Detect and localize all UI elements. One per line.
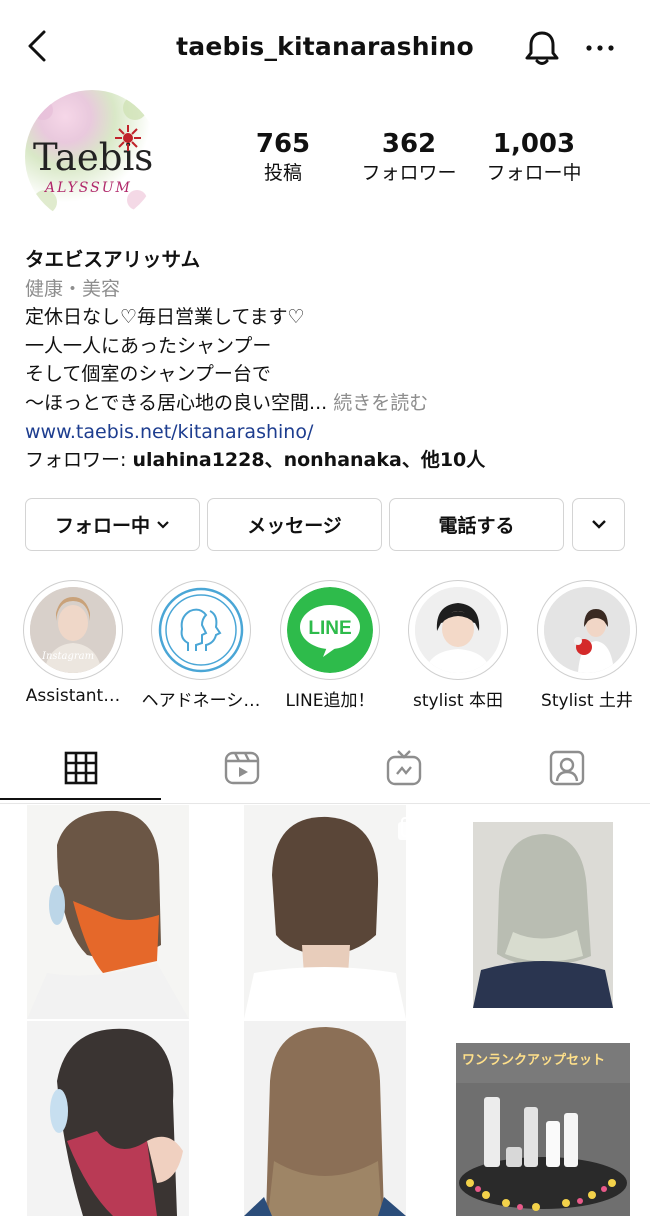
- suggested-accounts-button[interactable]: [572, 498, 625, 551]
- highlight-ring[interactable]: [408, 580, 508, 680]
- post-thumbnail[interactable]: [27, 805, 189, 1019]
- highlight-stylist-doi[interactable]: Stylist 土井: [532, 580, 642, 711]
- followers-count: 362: [381, 129, 437, 159]
- highlight-ring[interactable]: [151, 580, 251, 680]
- highlight-assistant[interactable]: Instagram Assistant…: [18, 580, 128, 706]
- grid-icon[interactable]: [61, 748, 101, 788]
- promo-caption: ワンランクアップセット: [462, 1053, 606, 1068]
- post-thumbnail[interactable]: [244, 805, 406, 1019]
- followed-by-prefix: フォロワー:: [25, 449, 133, 472]
- highlight-label: LINE追加！: [285, 691, 375, 711]
- highlight-ring[interactable]: Instagram: [23, 580, 123, 680]
- message-button-label: メッセージ: [247, 515, 342, 537]
- highlight-cover: [544, 587, 630, 673]
- posts-label: 投稿: [263, 162, 302, 184]
- taebis-alyssum-logo: Taebis ALYSSUM: [33, 96, 153, 214]
- read-more-link[interactable]: 続きを読む: [327, 392, 428, 414]
- followed-by-names: ulahina1228、nonhanaka、他10人: [132, 449, 486, 472]
- active-tab-indicator: [0, 798, 161, 800]
- highlight-label: Stylist 土井: [541, 691, 633, 711]
- bio-truncated-text: 〜ほっとできる居心地の良い空間...: [25, 391, 328, 414]
- profile-avatar[interactable]: Taebis ALYSSUM: [25, 90, 159, 224]
- highlight-ring[interactable]: [537, 580, 637, 680]
- top-bar: taebis_kitanarashino: [0, 0, 650, 92]
- highlight-label: ヘアドネーシ…: [141, 691, 261, 711]
- post-thumbnail[interactable]: [473, 822, 613, 1008]
- post-thumbnail[interactable]: [27, 1021, 189, 1216]
- highlight-hair-donation[interactable]: ヘアドネーシ…: [142, 580, 260, 711]
- following-count: 1,003: [492, 129, 576, 159]
- bell-icon[interactable]: [522, 28, 562, 68]
- message-button[interactable]: メッセージ: [207, 498, 382, 551]
- bio-line: そして個室のシャンプー台で: [25, 363, 271, 386]
- highlight-cover: [158, 587, 244, 673]
- highlight-cover: Instagram: [30, 587, 116, 673]
- highlight-stylist-honda[interactable]: stylist 本田: [403, 580, 513, 711]
- stat-following[interactable]: 1,003 フォロー中: [464, 128, 604, 186]
- call-button[interactable]: 電話する: [389, 498, 564, 551]
- stat-posts[interactable]: 765 投稿: [213, 128, 353, 186]
- bio-line-last: 〜ほっとできる居心地の良い空間... 続きを読む: [25, 389, 635, 418]
- highlight-cover: [415, 587, 501, 673]
- followed-by[interactable]: フォロワー: ulahina1228、nonhanaka、他10人: [25, 446, 635, 475]
- profile-category: 健康・美容: [25, 277, 121, 300]
- logo-subtext: ALYSSUM: [43, 180, 132, 196]
- profile-bio: タエビスアリッサム 健康・美容 定休日なし♡毎日営業してます♡ 一人一人にあった…: [25, 246, 635, 475]
- multiple-photos-icon: [398, 817, 421, 840]
- highlight-ring[interactable]: LINE: [280, 580, 380, 680]
- chevron-down-icon: [157, 520, 169, 529]
- followers-label: フォロワー: [361, 162, 457, 184]
- highlight-label: Assistant…: [25, 686, 121, 706]
- chevron-left-icon[interactable]: [22, 26, 52, 66]
- line-logo-icon: LINE: [287, 587, 373, 673]
- website-link[interactable]: www.taebis.net/kitanarashino/: [25, 418, 635, 447]
- chevron-down-icon: [591, 520, 606, 529]
- profile-name: タエビスアリッサム: [25, 248, 201, 271]
- tagged-person-icon[interactable]: [547, 748, 587, 788]
- svg-text:Instagram: Instagram: [41, 651, 94, 662]
- line-logo-text: LINE: [308, 618, 351, 639]
- post-thumbnail-promo[interactable]: ワンランクアップセット: [456, 1043, 630, 1216]
- following-label: フォロー中: [486, 162, 582, 184]
- reels-icon[interactable]: [222, 748, 262, 788]
- ellipsis-icon[interactable]: [584, 40, 616, 56]
- call-button-label: 電話する: [438, 515, 515, 537]
- following-button-label: フォロー中: [54, 515, 150, 537]
- bio-line: 定休日なし♡毎日営業してます♡: [25, 306, 305, 329]
- tv-icon[interactable]: [384, 748, 424, 788]
- post-thumbnail[interactable]: [244, 1021, 406, 1216]
- highlight-label: stylist 本田: [413, 691, 503, 711]
- profile-tabs: [0, 728, 650, 804]
- highlight-cover: LINE: [287, 587, 373, 673]
- following-button[interactable]: フォロー中: [25, 498, 200, 551]
- stat-followers[interactable]: 362 フォロワー: [339, 128, 479, 186]
- highlight-line[interactable]: LINE LINE追加！: [275, 580, 385, 711]
- posts-count: 765: [255, 129, 311, 159]
- bio-line: 一人一人にあったシャンプー: [25, 334, 272, 357]
- logo-text: Taebis: [33, 136, 153, 179]
